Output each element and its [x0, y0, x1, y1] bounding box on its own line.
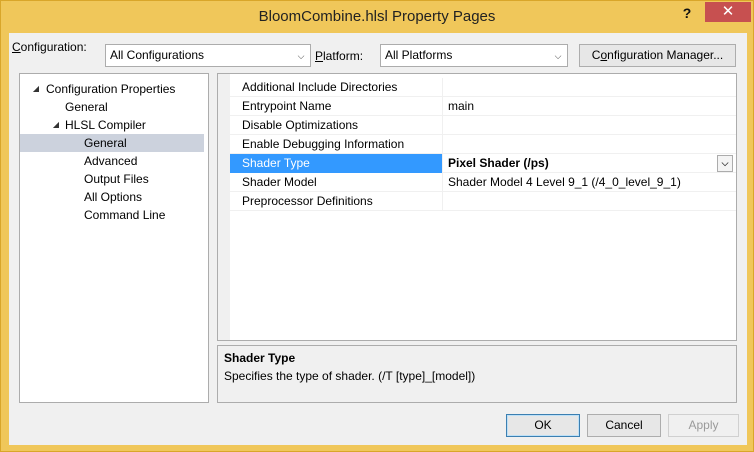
tree-item-label: General [65, 100, 108, 114]
property-name: Shader Model [230, 173, 443, 192]
property-row-selected[interactable]: Shader Type Pixel Shader (/ps) ⌵ [230, 154, 736, 173]
property-name: Shader Type [230, 154, 443, 173]
property-value[interactable]: Pixel Shader (/ps) ⌵ [444, 154, 736, 173]
tree-expanded-icon[interactable]: ◢ [30, 80, 42, 98]
description-title: Shader Type [224, 351, 296, 365]
category-tree: ◢ Configuration Properties General ◢ HLS… [19, 73, 209, 403]
description-text: Specifies the type of shader. (/T [type]… [224, 369, 476, 383]
property-value[interactable]: Shader Model 4 Level 9_1 (/4_0_level_9_1… [444, 173, 736, 192]
platform-value: All Platforms [385, 48, 453, 62]
tree-item-label: Output Files [84, 172, 149, 186]
window-title: BloomCombine.hlsl Property Pages [258, 8, 496, 25]
tree-item-hlsl-general[interactable]: General [20, 134, 204, 152]
description-panel: Shader Type Specifies the type of shader… [217, 345, 737, 403]
property-name: Disable Optimizations [230, 116, 443, 135]
platform-label: Platform: [315, 49, 364, 63]
configuration-value: All Configurations [110, 48, 205, 62]
property-value[interactable] [444, 192, 736, 211]
close-icon: ✕ [721, 3, 735, 20]
tree-item-label: HLSL Compiler [65, 118, 146, 132]
ok-button[interactable]: OK [506, 414, 580, 437]
tree-item-general[interactable]: General [20, 98, 208, 116]
chevron-down-icon: ⌵ [721, 158, 729, 168]
property-name: Enable Debugging Information [230, 135, 443, 154]
property-value[interactable] [444, 78, 736, 97]
close-button[interactable]: ✕ [705, 2, 751, 22]
tree-item-hlsl-compiler[interactable]: ◢ HLSL Compiler [20, 116, 208, 134]
shader-type-value: Pixel Shader (/ps) [448, 156, 549, 170]
property-name: Entrypoint Name [230, 97, 443, 116]
tree-item-label: Configuration Properties [46, 82, 176, 96]
tree-item-label: General [84, 136, 127, 150]
property-row[interactable]: Additional Include Directories [230, 78, 736, 97]
shader-type-dropdown-button[interactable]: ⌵ [717, 155, 733, 172]
tree-item-all-options[interactable]: All Options [20, 188, 208, 206]
property-pages-window: BloomCombine.hlsl Property Pages ? ✕ Con… [0, 0, 754, 452]
property-row[interactable]: Disable Optimizations [230, 116, 736, 135]
tree-item-output-files[interactable]: Output Files [20, 170, 208, 188]
tree-item-command-line[interactable]: Command Line [20, 206, 208, 224]
platform-dropdown[interactable]: All Platforms ⌵ [380, 44, 568, 67]
chevron-down-icon: ⌵ [297, 51, 305, 61]
configuration-dropdown[interactable]: All Configurations ⌵ [105, 44, 311, 67]
property-row[interactable]: Preprocessor Definitions [230, 192, 736, 211]
configuration-label: Configuration: [12, 40, 87, 54]
chevron-down-icon: ⌵ [554, 51, 562, 61]
help-button[interactable]: ? [675, 3, 699, 23]
apply-button[interactable]: Apply [668, 414, 739, 437]
tree-item-advanced[interactable]: Advanced [20, 152, 208, 170]
tree-expanded-icon[interactable]: ◢ [50, 116, 62, 134]
property-name: Additional Include Directories [230, 78, 443, 97]
property-row[interactable]: Enable Debugging Information [230, 135, 736, 154]
property-value[interactable] [444, 135, 736, 154]
dialog-body: Configuration: All Configurations ⌵ Plat… [9, 33, 747, 445]
tree-item-label: Command Line [84, 208, 166, 222]
property-grid: Additional Include Directories Entrypoin… [217, 73, 737, 341]
title-bar[interactable]: BloomCombine.hlsl Property Pages ? ✕ [1, 1, 753, 33]
configuration-manager-button[interactable]: Configuration Manager... [579, 44, 736, 67]
property-name: Preprocessor Definitions [230, 192, 443, 211]
cancel-button[interactable]: Cancel [587, 414, 661, 437]
grid-gutter [218, 74, 230, 340]
property-value[interactable] [444, 116, 736, 135]
tree-item-configuration-properties[interactable]: ◢ Configuration Properties [20, 80, 208, 98]
property-row[interactable]: Shader Model Shader Model 4 Level 9_1 (/… [230, 173, 736, 192]
tree-item-label: All Options [84, 190, 143, 204]
property-row[interactable]: Entrypoint Name main [230, 97, 736, 116]
tree-item-label: Advanced [84, 154, 138, 168]
property-value[interactable]: main [444, 97, 736, 116]
